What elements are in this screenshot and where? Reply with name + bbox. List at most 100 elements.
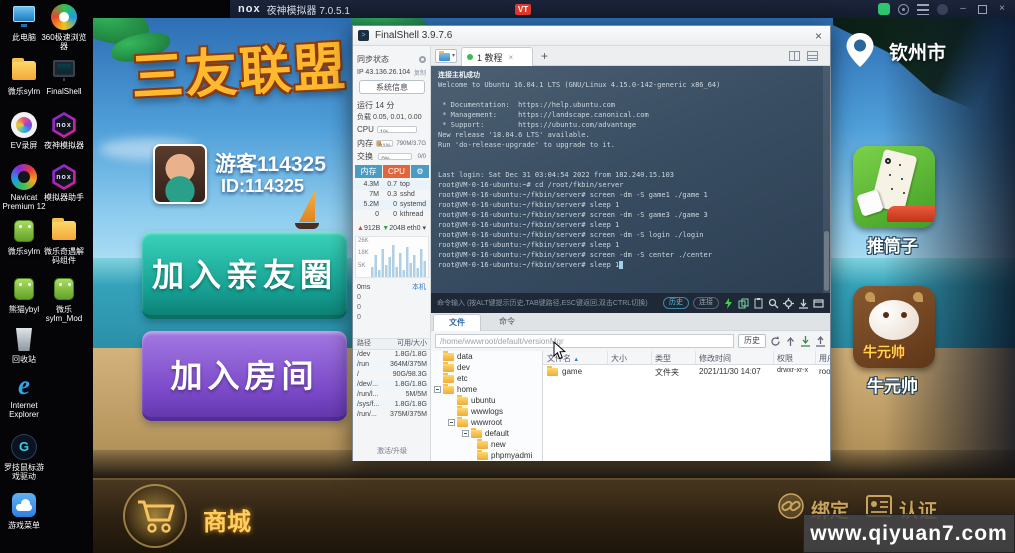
desktop-icon-nox-helper[interactable]: nox模拟器助手 <box>41 164 87 202</box>
activate-upgrade-link[interactable]: 激活/升级 <box>353 446 431 456</box>
tab-settings[interactable]: ⚙ <box>411 165 429 178</box>
tree-item-wwwroot[interactable]: wwwroot <box>448 417 502 428</box>
ping-target-link[interactable]: 本机 <box>412 282 426 292</box>
side-game-tuitongzi[interactable] <box>853 146 935 228</box>
join-club-button[interactable]: 加入亲友圈 <box>142 231 347 319</box>
column-size[interactable]: 大小 <box>611 353 627 364</box>
tab-files[interactable]: 文件 <box>433 314 481 331</box>
disk-row[interactable]: /dev1.8G/1.8G <box>353 350 431 360</box>
desktop-icon-game-menu[interactable]: 游戏菜单 <box>1 492 47 530</box>
desktop-icon-recycle-bin[interactable]: 回收站 <box>1 326 47 364</box>
process-row[interactable]: 00kthread <box>353 210 431 220</box>
up-level-icon[interactable] <box>785 336 796 347</box>
tree-item-home[interactable]: home <box>434 384 477 395</box>
cpu-row: CPU1% <box>357 125 426 134</box>
tree-item-phpmyadmin[interactable]: phpmyadmi <box>477 450 532 461</box>
file-list-header[interactable]: 文件名 ▲ 大小 类型 修改时间 权限 用户 <box>543 351 830 365</box>
desktop-icon-nox[interactable]: nox夜神模拟器 <box>41 112 87 150</box>
download-icon[interactable] <box>798 298 809 309</box>
connections-dropdown-button[interactable]: ▾ <box>435 49 457 63</box>
layout-grid-icon[interactable] <box>789 51 800 61</box>
desktop-icon-finalshell[interactable]: FinalShell <box>41 58 87 96</box>
gear-icon[interactable] <box>783 298 794 309</box>
process-row[interactable]: 4.3M0.7top <box>353 180 431 190</box>
download-transfer-icon[interactable] <box>800 336 811 347</box>
nox-minimize-button[interactable]: – <box>956 3 970 15</box>
desktop-icon-weile-mod[interactable]: 微乐sylm_Mod <box>41 276 87 323</box>
android-app-icon <box>14 278 34 300</box>
desktop-icon-decoder-folder[interactable]: 微乐奇遇解码组件 <box>41 218 87 265</box>
nox-titlebar[interactable]: nox 夜神模拟器 7.0.5.1 VT – × <box>230 0 1015 18</box>
tab-cpu[interactable]: CPU <box>383 165 410 178</box>
file-row-game[interactable]: game 文件夹 2021/11/30 14:07 drwxr-xr-x roo <box>543 365 830 378</box>
path-history-button[interactable]: 历史 <box>738 334 766 348</box>
tab-commands[interactable]: 命令 <box>483 314 531 331</box>
disk-row[interactable]: /run364M/375M <box>353 360 431 370</box>
disk-row[interactable]: /90G/98.3G <box>353 370 431 380</box>
copy-ip-link[interactable]: 复制 <box>414 68 426 77</box>
lightning-icon[interactable] <box>723 298 734 309</box>
column-owner[interactable]: 用户 <box>819 353 830 364</box>
paste-icon[interactable] <box>753 298 764 309</box>
sync-gear-icon[interactable] <box>419 56 426 63</box>
join-room-button[interactable]: 加入房间 <box>142 331 347 421</box>
finalshell-close-button[interactable]: × <box>815 29 822 43</box>
command-bar[interactable]: 命令输入 (按ALT键提示历史,TAB键路径,ESC键返回,双击CTRL切换) … <box>431 293 830 313</box>
refresh-icon[interactable] <box>770 336 781 347</box>
tab-memory[interactable]: 内存 <box>355 165 382 178</box>
side-game-niuyuanshuai[interactable]: 牛元帅 <box>853 286 935 368</box>
tree-item-wwwlogs[interactable]: wwwlogs <box>457 406 503 417</box>
copy-icon[interactable] <box>738 298 749 309</box>
new-tab-button[interactable]: + <box>541 49 548 63</box>
file-type: 文件夹 <box>655 367 679 378</box>
ip-address: IP 43.136.26.104 <box>357 69 410 76</box>
collapse-icon[interactable] <box>462 430 469 437</box>
layout-list-icon[interactable] <box>807 51 818 61</box>
disk-row[interactable]: /sys/f...1.8G/1.8G <box>353 400 431 410</box>
column-mtime[interactable]: 修改时间 <box>699 353 731 364</box>
process-row[interactable]: 7M0.3sshd <box>353 190 431 200</box>
collapse-icon[interactable] <box>434 386 441 393</box>
sysinfo-button[interactable]: 系统信息 <box>359 80 425 94</box>
terminal[interactable]: 连接主机成功 Welcome to Ubuntu 16.04.1 LTS (GN… <box>431 66 830 293</box>
tree-item-default[interactable]: default <box>462 428 509 439</box>
disk-row[interactable]: /dev/...1.8G/1.8G <box>353 380 431 390</box>
nox-close-button[interactable]: × <box>995 3 1009 15</box>
session-tab-close-icon[interactable]: × <box>509 53 514 62</box>
disk-row[interactable]: /run/l...5M/5M <box>353 390 431 400</box>
desktop-icon-360-browser[interactable]: 360极速浏览器 <box>41 4 87 51</box>
column-perm[interactable]: 权限 <box>777 353 793 364</box>
nox-maximize-button[interactable] <box>978 5 987 14</box>
tree-item-etc[interactable]: etc <box>443 373 468 384</box>
tree-item-dev[interactable]: dev <box>443 362 470 373</box>
history-button[interactable]: 历史 <box>663 297 689 309</box>
file-list: 文件名 ▲ 大小 类型 修改时间 权限 用户 game 文件夹 2021/11/… <box>543 351 830 461</box>
column-type[interactable]: 类型 <box>655 353 671 364</box>
tree-item-data[interactable]: data <box>443 351 473 362</box>
nox-menu-icon[interactable] <box>917 4 929 15</box>
nox-record-icon[interactable] <box>898 4 909 15</box>
nox-message-icon[interactable] <box>878 3 890 15</box>
nox-theme-icon[interactable] <box>937 4 948 15</box>
search-icon[interactable] <box>768 298 779 309</box>
disk-row[interactable]: /run/...375M/375M <box>353 410 431 420</box>
terminal-scrollbar[interactable] <box>823 66 830 293</box>
finalshell-titlebar[interactable]: > FinalShell 3.9.7.6 × <box>353 26 830 46</box>
collapse-icon[interactable] <box>448 419 455 426</box>
session-tab-active[interactable]: 1 教程 × <box>461 47 533 66</box>
upload-transfer-icon[interactable] <box>815 336 826 347</box>
desktop-icon-logitech-driver[interactable]: G罗技鼠标游戏驱动 <box>1 434 47 481</box>
window-icon[interactable] <box>813 298 824 309</box>
shop-button[interactable]: 商城 <box>123 482 303 552</box>
process-row[interactable]: 5.2M0systemd <box>353 200 431 210</box>
network-row[interactable]: ▲912B ▼204B eth0 ▾ <box>357 224 426 232</box>
desktop-icon-ie[interactable]: eInternet Explorer <box>1 372 47 419</box>
connect-button[interactable]: 连接 <box>693 297 719 309</box>
location-badge[interactable]: 钦州市 <box>845 30 995 72</box>
terminal-line: root@VM-0-16-ubuntu:~/fkbin/server# scre… <box>438 230 830 240</box>
terminal-line: 连接主机成功 <box>438 70 830 80</box>
path-input[interactable] <box>435 334 734 348</box>
tree-item-new[interactable]: new <box>477 439 506 450</box>
player-avatar[interactable] <box>153 144 207 204</box>
tree-item-ubuntu[interactable]: ubuntu <box>457 395 495 406</box>
